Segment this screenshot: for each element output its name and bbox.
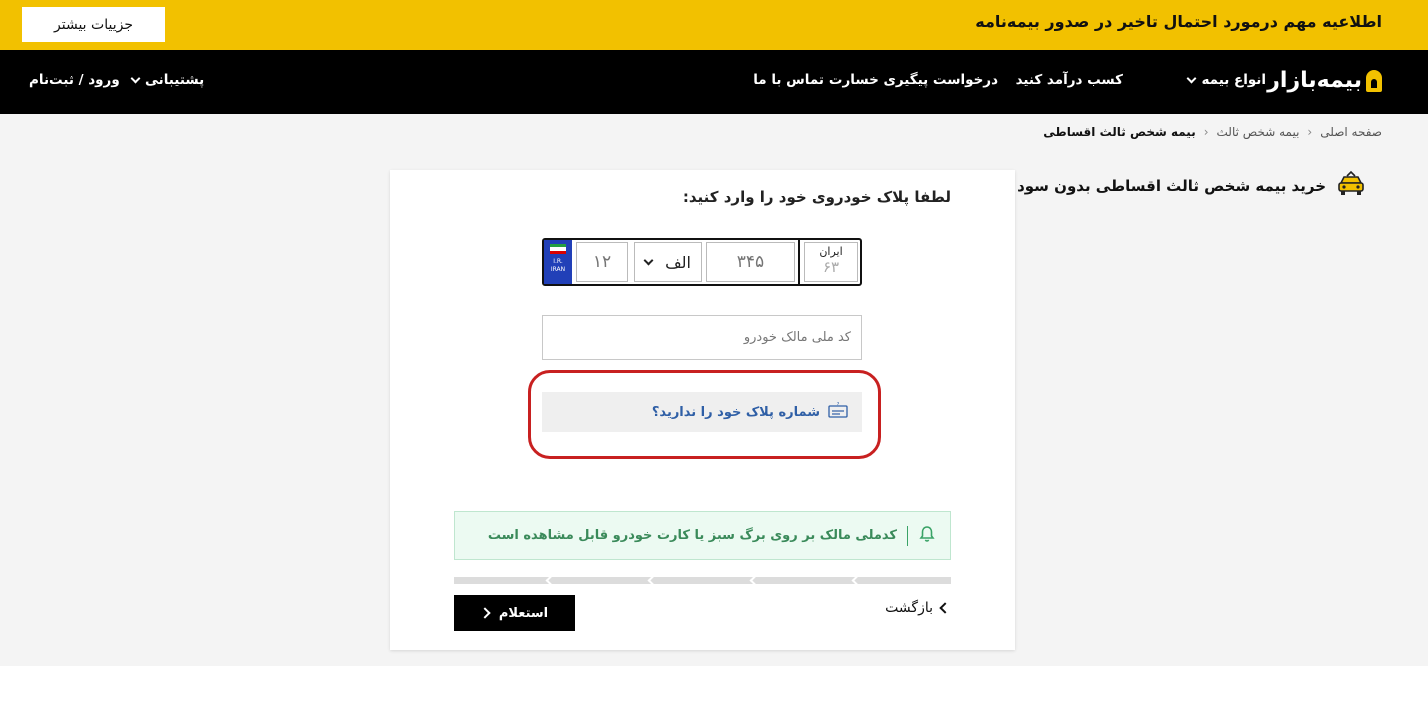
nav-login-label: ورود / ثبت‌نام [29,72,120,88]
main-content: صفحه اصلی ‹ بیمه شخص ثالث ‹ بیمه شخص ثال… [0,114,1428,666]
main-navbar: بیمه‌بازار انواع بیمه کسب درآمد کنید درخ… [0,50,1428,114]
nav-insurance-types[interactable]: انواع بیمه [1187,72,1266,88]
page-title: خرید بیمه شخص ثالث اقساطی بدون سود [1017,177,1326,195]
license-plate-input: I.R. IRAN الف ایران ۶۳ [542,238,862,286]
plate-iran-label: ایران [819,245,843,258]
progress-step-marker [647,575,658,586]
chevron-down-icon [643,255,654,265]
more-details-button[interactable]: جزییات بیشتر [22,7,165,42]
plate-part1-input[interactable] [576,242,628,282]
plate-letter-select[interactable]: الف [634,242,702,282]
logo[interactable]: بیمه‌بازار [1267,68,1382,93]
nav-contact-us[interactable]: تماس با ما [753,72,824,88]
national-id-input[interactable] [542,315,862,360]
nav-login-register[interactable]: ورود / ثبت‌نام [29,72,120,88]
svg-text:?: ? [837,402,840,408]
chevron-left-icon [939,602,951,614]
nav-contact-us-label: تماس با ما [753,72,824,88]
inquiry-button[interactable]: استعلام [454,595,575,631]
logo-icon [1366,69,1382,92]
iran-flag-icon [550,244,566,254]
nav-earn-income[interactable]: کسب درآمد کنید [1016,72,1123,88]
nav-support[interactable]: پشتیبانی [130,72,205,88]
nav-claim-tracking-label: درخواست پیگیری خسارت [828,72,998,88]
car-icon [1336,170,1366,202]
back-label: بازگشت [885,600,933,616]
plate-country-code: I.R. [553,258,563,265]
plate-form-card: لطفا پلاک خودروی خود را وارد کنید: I.R. … [390,170,1015,650]
plate-divider [798,238,800,286]
nav-claim-tracking[interactable]: درخواست پیگیری خسارت [829,72,998,88]
announcement-bar: اطلاعیه مهم درمورد احتمال تاخیر در صدور … [0,0,1428,50]
plate-letter-value: الف [665,252,691,272]
chevron-left-icon: ‹ [1307,125,1313,139]
no-plate-label: شماره پلاک خود را ندارید؟ [651,404,820,420]
breadcrumb-home[interactable]: صفحه اصلی [1320,125,1382,139]
notice-divider [907,525,908,546]
nav-support-label: پشتیبانی [145,72,205,88]
nav-earn-income-label: کسب درآمد کنید [1015,72,1123,88]
chevron-down-icon [1187,73,1197,83]
chevron-left-icon: ‹ [1203,125,1209,139]
plate-iran-code: ۶۳ [822,258,840,276]
progress-step-marker [851,575,862,586]
no-plate-link[interactable]: ? شماره پلاک خود را ندارید؟ [542,392,862,432]
breadcrumb-third-party[interactable]: بیمه شخص ثالث [1217,125,1300,139]
plate-card-icon: ? [828,402,848,422]
notice-text: کدملی مالک بر روی برگ سبز یا کارت خودرو … [487,528,897,543]
progress-step-marker [749,575,760,586]
bell-icon [918,525,936,547]
breadcrumb: صفحه اصلی ‹ بیمه شخص ثالث ‹ بیمه شخص ثال… [1043,125,1382,139]
announcement-text: اطلاعیه مهم درمورد احتمال تاخیر در صدور … [975,12,1382,31]
plate-iran-section[interactable]: ایران ۶۳ [804,242,858,282]
plate-part2-input[interactable] [706,242,795,282]
chevron-right-icon [479,607,491,619]
step-progress-bar [454,575,951,586]
nav-insurance-types-label: انواع بیمه [1201,72,1266,88]
page-heading: خرید بیمه شخص ثالث اقساطی بدون سود [1017,170,1366,202]
info-notice: کدملی مالک بر روی برگ سبز یا کارت خودرو … [454,511,951,560]
chevron-down-icon [130,73,141,83]
form-title: لطفا پلاک خودروی خود را وارد کنید: [682,188,951,206]
plate-country-strip: I.R. IRAN [544,240,572,284]
progress-step-marker [545,575,556,586]
back-button[interactable]: بازگشت [885,600,951,616]
breadcrumb-current: بیمه شخص ثالث اقساطی [1043,125,1196,139]
inquiry-label: استعلام [498,605,549,621]
logo-text: بیمه‌بازار [1267,68,1363,93]
plate-country-name: IRAN [550,266,566,273]
